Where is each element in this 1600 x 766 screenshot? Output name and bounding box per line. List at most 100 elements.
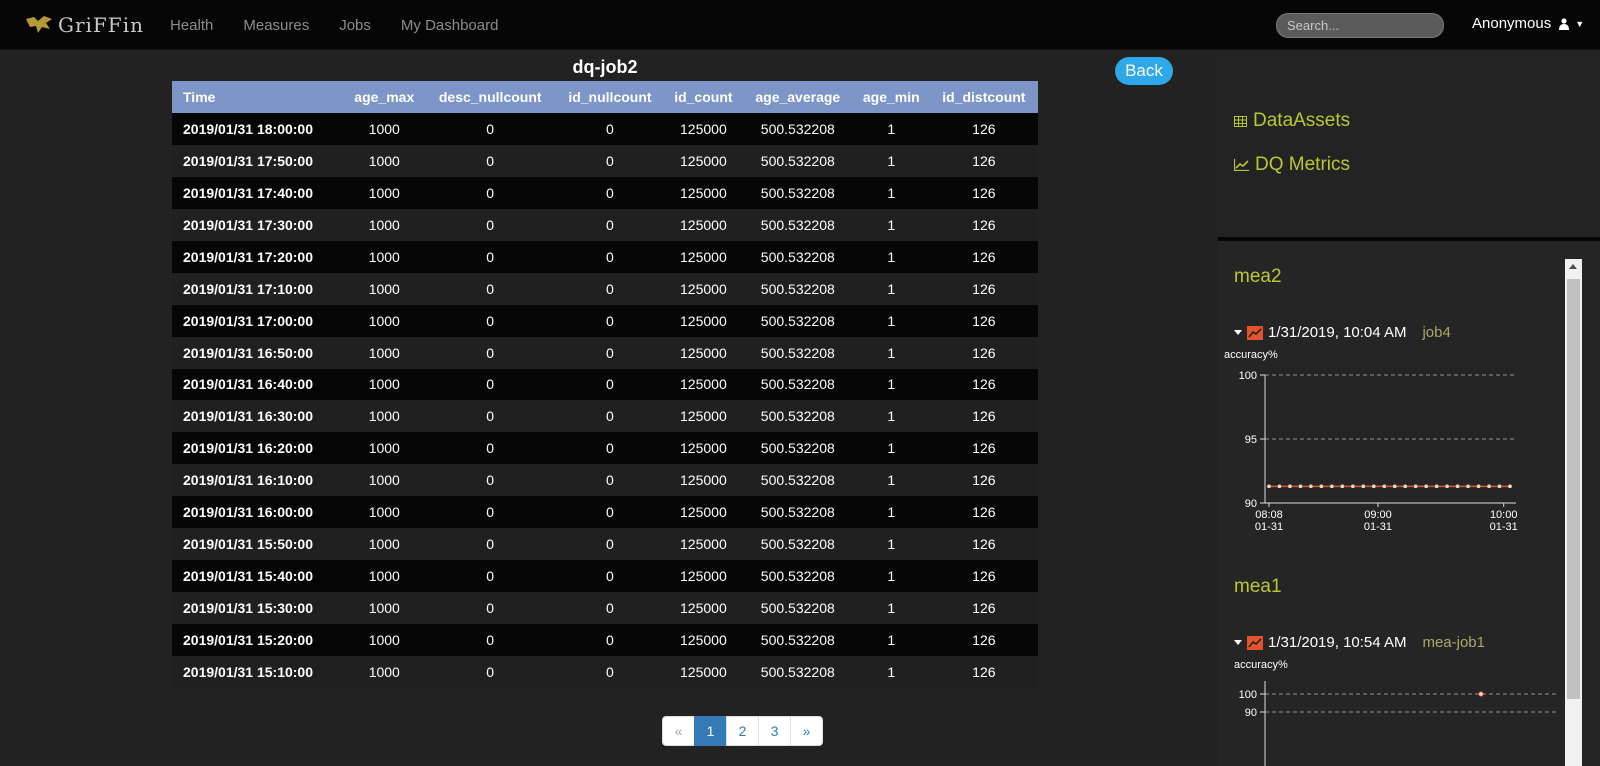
scrollbar-thumb[interactable] xyxy=(1567,279,1580,699)
table-cell: 1000 xyxy=(368,663,400,680)
table-cell: 125000 xyxy=(680,408,727,425)
table-cell: 0 xyxy=(486,376,495,393)
table-cell: 1 xyxy=(887,216,896,233)
pagination-page-3[interactable]: 3 xyxy=(758,716,791,746)
caret-down-icon xyxy=(1234,640,1242,645)
table-row: 2019/01/31 16:10:00 1000 0 0 125000 500.53220… xyxy=(172,464,1038,497)
user-menu[interactable]: Anonymous ▼ xyxy=(1472,15,1584,32)
table-cell: 125000 xyxy=(680,376,727,393)
table-row: 2019/01/31 17:10:00 1000 0 0 125000 500.53220… xyxy=(172,272,1038,305)
table-cell: 2019/01/31 16:50:00 xyxy=(183,344,313,361)
table-cell: 1000 xyxy=(368,536,400,553)
chart-data-point xyxy=(1277,484,1282,489)
chart-y-tick-label: 100 xyxy=(1239,689,1257,701)
table-cell: 126 xyxy=(972,376,996,393)
table-cell: 500.532208 xyxy=(760,504,835,521)
chart-y-label: accuracy% xyxy=(1224,349,1278,361)
table-cell: 126 xyxy=(972,440,996,457)
table-cell: 2019/01/31 15:20:00 xyxy=(183,631,313,648)
sidebar-link-dataassets[interactable]: DataAssets xyxy=(1234,110,1350,132)
measure-timestamp: 1/31/2019, 10:54 AM xyxy=(1268,634,1407,651)
table-cell: 126 xyxy=(972,120,996,137)
table-cell: 0 xyxy=(486,440,495,457)
table-cell: 2019/01/31 15:30:00 xyxy=(183,600,313,617)
brand-logo[interactable]: GriFFin xyxy=(24,10,144,40)
table-cell: 126 xyxy=(972,631,996,648)
table-cell: 126 xyxy=(972,472,996,489)
chart-y-tick-label: 100 xyxy=(1239,370,1257,382)
chart-data-point xyxy=(1392,484,1397,489)
table-row: 2019/01/31 15:30:00 1000 0 0 125000 500.53220… xyxy=(172,592,1038,624)
chart-data-point xyxy=(1382,484,1387,489)
table-cell: 126 xyxy=(972,280,996,297)
column-header[interactable]: age_average xyxy=(743,81,853,113)
table-cell: 1000 xyxy=(368,408,400,425)
nav-health[interactable]: Health xyxy=(170,17,213,34)
column-header[interactable]: Time xyxy=(172,81,344,113)
table-icon xyxy=(1234,115,1247,127)
table-cell: 1000 xyxy=(368,568,400,585)
griffin-logo-icon xyxy=(26,16,52,33)
area-chart-icon xyxy=(1247,325,1263,340)
table-cell: 0 xyxy=(606,408,614,425)
pagination-page-1[interactable]: 1 xyxy=(694,716,727,746)
table-cell: 1 xyxy=(887,663,896,680)
sidebar-nav: DataAssets DQ Metrics xyxy=(1218,51,1600,237)
table-cell: 125000 xyxy=(680,600,727,617)
table-cell: 2019/01/31 15:40:00 xyxy=(183,568,313,585)
pagination-page-2[interactable]: 2 xyxy=(726,716,759,746)
measure-job-toggle[interactable]: 1/31/2019, 10:04 AM job4 xyxy=(1234,324,1451,341)
table-cell: 500.532208 xyxy=(760,472,835,489)
table-cell: 0 xyxy=(606,120,614,137)
table-cell: 125000 xyxy=(680,568,727,585)
measure-job-toggle[interactable]: 1/31/2019, 10:54 AM mea-job1 xyxy=(1234,634,1485,651)
table-cell: 500.532208 xyxy=(760,120,835,137)
table-cell: 1000 xyxy=(368,152,400,169)
nav-jobs[interactable]: Jobs xyxy=(339,17,371,34)
column-header[interactable]: id_distcount xyxy=(930,81,1038,113)
table-cell: 1000 xyxy=(368,312,400,329)
measure-job-name[interactable]: mea-job1 xyxy=(1422,634,1485,651)
table-cell: 0 xyxy=(486,344,495,361)
metrics-table: Time age_max desc_nullcount id_nullcount… xyxy=(172,81,1038,688)
chart-data-point xyxy=(1288,484,1292,489)
table-cell: 1 xyxy=(887,408,896,425)
table-cell: 2019/01/31 16:30:00 xyxy=(183,408,313,425)
table-row: 2019/01/31 15:10:00 1000 0 0 125000 500.53220… xyxy=(172,655,1038,688)
column-header[interactable]: age_min xyxy=(853,81,930,113)
back-button[interactable]: Back xyxy=(1115,57,1173,85)
column-header[interactable]: id_count xyxy=(664,81,743,113)
column-header[interactable]: desc_nullcount xyxy=(425,81,556,113)
table-cell: 0 xyxy=(486,568,495,585)
sidebar-scrollbar[interactable] xyxy=(1565,259,1582,766)
scroll-up-arrow-icon[interactable] xyxy=(1569,264,1577,269)
table-cell: 0 xyxy=(606,312,614,329)
user-name: Anonymous xyxy=(1472,15,1552,32)
table-cell: 2019/01/31 17:10:00 xyxy=(183,280,313,297)
nav-measures[interactable]: Measures xyxy=(243,17,309,34)
table-cell: 500.532208 xyxy=(760,216,835,233)
chart-data-point xyxy=(1434,484,1439,489)
nav-my-dashboard[interactable]: My Dashboard xyxy=(401,17,499,34)
chart-data-point xyxy=(1478,691,1484,697)
chart-data-point xyxy=(1371,484,1376,489)
table-cell: 2019/01/31 16:40:00 xyxy=(183,376,313,393)
measure-job-name[interactable]: job4 xyxy=(1422,324,1450,341)
pagination-next-button[interactable]: » xyxy=(790,716,823,746)
table-cell: 125000 xyxy=(680,504,727,521)
sidebar-link-dq-metrics[interactable]: DQ Metrics xyxy=(1234,154,1350,176)
search-input[interactable] xyxy=(1276,13,1444,38)
column-header[interactable]: age_max xyxy=(344,81,425,113)
table-cell: 0 xyxy=(606,248,614,265)
table-cell: 500.532208 xyxy=(760,408,835,425)
pagination-prev-button[interactable]: « xyxy=(662,716,695,746)
table-cell: 0 xyxy=(486,184,495,201)
table-cell: 1 xyxy=(887,472,896,489)
table-cell: 0 xyxy=(606,376,614,393)
table-row: 2019/01/31 16:30:00 1000 0 0 125000 500.53220… xyxy=(172,400,1038,433)
column-header[interactable]: id_nullcount xyxy=(556,81,664,113)
page-title: dq-job2 xyxy=(572,57,638,77)
chart-data-point xyxy=(1361,484,1366,489)
chart-data-point xyxy=(1497,484,1502,489)
chart-data-point xyxy=(1298,484,1303,489)
